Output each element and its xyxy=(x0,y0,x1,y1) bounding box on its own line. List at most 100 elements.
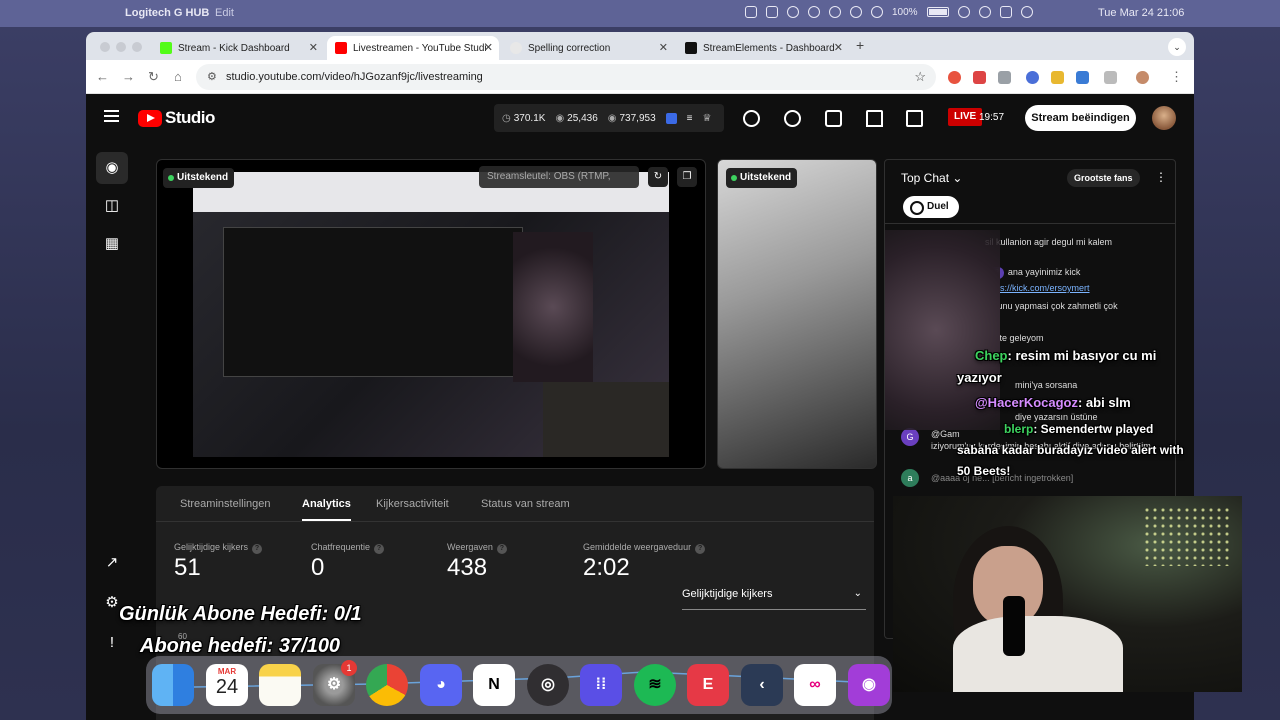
back-icon[interactable]: ← xyxy=(96,69,109,84)
notes-icon[interactable] xyxy=(259,664,301,706)
chat-message: mini'ya sorsana xyxy=(1015,380,1078,390)
metric-label: Gemiddelde weergaveduur? xyxy=(583,542,706,554)
battery-icon[interactable] xyxy=(926,7,949,17)
close-icon[interactable]: ✕ xyxy=(659,41,668,54)
bookmark-icon[interactable] xyxy=(866,110,883,127)
secondary-preview[interactable]: Uitstekend xyxy=(717,159,877,469)
home-icon[interactable]: ⌂ xyxy=(174,69,182,84)
overlay-chat-user: blerp xyxy=(1004,422,1034,436)
launchpad-icon[interactable]: ⁞⁞ xyxy=(580,664,622,706)
extension-yellow-icon[interactable] xyxy=(1051,71,1064,84)
tab-stream-settings[interactable]: Streaminstellingen xyxy=(180,498,271,510)
close-icon[interactable]: ✕ xyxy=(834,41,843,54)
camera-icon[interactable]: ◫ xyxy=(96,190,128,222)
eye-icon: ◉ xyxy=(555,112,565,124)
extension-grid-icon[interactable] xyxy=(998,71,1011,84)
streamlabs-icon[interactable]: ‹ xyxy=(741,664,783,706)
feedback-icon[interactable]: ! xyxy=(96,627,128,659)
expressvpn-icon[interactable]: E xyxy=(687,664,729,706)
chat-mode-dropdown[interactable]: Top Chat ⌄ xyxy=(901,171,962,185)
menubar-edit[interactable]: Edit xyxy=(215,7,234,19)
tab-stream-status[interactable]: Status van stream xyxy=(481,498,570,510)
notion-icon[interactable] xyxy=(766,6,778,18)
tab-streamelements[interactable]: StreamElements - Dashboard ✕ xyxy=(677,36,849,60)
calendar-app-icon[interactable]: MAR 24 xyxy=(206,664,248,706)
screen-recorder-icon[interactable]: ◉ xyxy=(848,664,890,706)
studio-logo[interactable]: Studio xyxy=(138,108,215,128)
channel-avatar[interactable] xyxy=(1152,106,1176,130)
obs-icon[interactable]: ◎ xyxy=(527,664,569,706)
siri-icon[interactable] xyxy=(1020,6,1033,18)
extension-toolbox-icon[interactable] xyxy=(973,71,986,84)
close-icon[interactable]: ✕ xyxy=(309,41,318,54)
profile-avatar-icon[interactable] xyxy=(1136,71,1149,84)
url-field[interactable]: ⚙ studio.youtube.com/video/hJGozanf9jc/l… xyxy=(196,64,936,90)
close-window-button[interactable] xyxy=(100,42,110,52)
refresh-icon[interactable]: ↻ xyxy=(648,167,668,187)
top-fans-button[interactable]: Grootste fans xyxy=(1067,169,1140,187)
new-tab-button[interactable]: + xyxy=(856,37,864,53)
chrome-icon[interactable] xyxy=(366,664,408,706)
help-icon[interactable]: ? xyxy=(252,544,263,554)
browser-menu-icon[interactable]: ⋮ xyxy=(1170,69,1183,85)
minimize-window-button[interactable] xyxy=(116,42,126,52)
tab-youtube-studio[interactable]: Livestreamen - YouTube Studi ✕ xyxy=(327,36,499,60)
chart-metric-dropdown[interactable]: Gelijktijdige kijkers ⌄ xyxy=(682,588,866,610)
tab-spelling-correction[interactable]: Spelling correction ✕ xyxy=(502,36,674,60)
headset-icon[interactable] xyxy=(808,6,820,18)
super-chat-icon[interactable] xyxy=(784,110,801,127)
bluetooth-icon[interactable] xyxy=(829,6,841,18)
finder-icon[interactable] xyxy=(152,664,194,706)
clapperboard-icon[interactable] xyxy=(825,110,842,127)
lens-icon[interactable] xyxy=(787,6,799,18)
close-icon[interactable]: ✕ xyxy=(484,41,493,54)
extension-square-icon[interactable] xyxy=(1076,71,1089,84)
discord-icon[interactable]: ◕ xyxy=(420,664,462,706)
zoom-window-button[interactable] xyxy=(132,42,142,52)
tab-analytics[interactable]: Analytics xyxy=(302,498,351,521)
more-options-icon[interactable]: ⋮ xyxy=(1155,170,1167,184)
list-icon[interactable]: ≡ xyxy=(687,113,693,124)
notion-app-icon[interactable]: N xyxy=(473,664,515,706)
extensions-puzzle-icon[interactable] xyxy=(1104,71,1117,84)
menubar-datetime[interactable]: Tue Mar 24 21:06 xyxy=(1098,7,1184,19)
g-hub-icon[interactable] xyxy=(871,6,883,18)
site-info-icon[interactable]: ⚙ xyxy=(207,64,217,90)
metric-label: Gelijktijdige kijkers? xyxy=(174,542,263,554)
copy-icon[interactable]: ❐ xyxy=(677,167,697,187)
record-icon[interactable] xyxy=(850,6,862,18)
control-center-icon[interactable] xyxy=(999,6,1012,18)
extension-red-icon[interactable] xyxy=(948,71,961,84)
tab-viewer-activity[interactable]: Kijkersactiviteit xyxy=(376,498,449,510)
forward-icon[interactable]: → xyxy=(122,69,135,84)
wifi-icon[interactable] xyxy=(978,6,991,18)
overlay-chat-line: 50 Beets! xyxy=(957,464,1011,478)
stream-preview[interactable]: Uitstekend xyxy=(156,159,706,469)
tab-search-button[interactable]: ⌄ xyxy=(1168,38,1186,56)
share-icon[interactable] xyxy=(906,110,923,127)
help-icon[interactable]: ? xyxy=(374,544,385,554)
hamburger-menu-icon[interactable] xyxy=(104,110,119,122)
external-link-icon[interactable]: ↗ xyxy=(96,547,128,579)
trophy-icon[interactable]: ♕ xyxy=(703,113,712,124)
captions-icon[interactable] xyxy=(665,112,677,124)
volume-icon[interactable] xyxy=(957,6,970,18)
bookmark-star-icon[interactable]: ☆ xyxy=(914,64,926,90)
reload-icon[interactable]: ↻ xyxy=(148,69,159,85)
help-icon[interactable]: ? xyxy=(496,544,507,554)
help-icon[interactable]: ? xyxy=(695,544,706,554)
nested-chat-view xyxy=(513,232,593,382)
loop-app-icon[interactable]: ∞ xyxy=(794,664,836,706)
stream-key-select[interactable]: Streamsleutel: OBS (RTMP, xyxy=(479,166,639,188)
tab-kick-dashboard[interactable]: Stream - Kick Dashboard ✕ xyxy=(152,36,324,60)
chat-link[interactable]: https://kick.com/ersoymert xyxy=(985,283,1090,293)
monetization-icon[interactable] xyxy=(743,110,760,127)
calendar-icon[interactable]: ▦ xyxy=(96,228,128,260)
stream-live-icon[interactable]: ◉ xyxy=(96,152,128,184)
end-stream-button[interactable]: Stream beëindigen xyxy=(1025,105,1136,131)
spotify-icon[interactable]: ≋ xyxy=(634,664,676,706)
duel-button[interactable]: Duel xyxy=(903,196,959,218)
grid-icon[interactable] xyxy=(745,6,757,18)
extension-blue-icon[interactable] xyxy=(1026,71,1039,84)
menubar-app-name[interactable]: Logitech G HUB xyxy=(125,7,209,19)
